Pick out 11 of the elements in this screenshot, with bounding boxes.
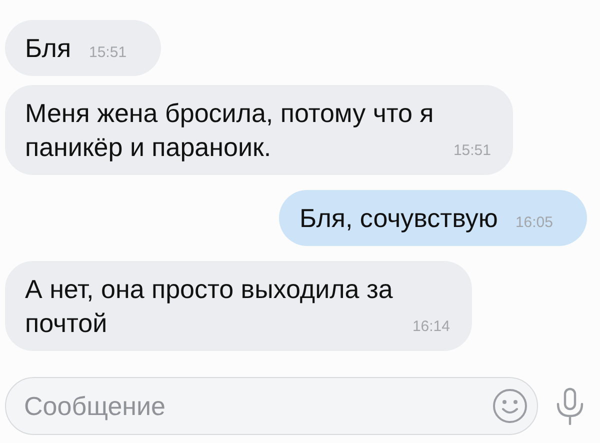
message-text: Бля bbox=[25, 32, 72, 65]
message-time: 15:51 bbox=[89, 43, 127, 63]
message-field[interactable]: Сообщение bbox=[5, 377, 538, 435]
message-time: 16:14 bbox=[412, 317, 450, 337]
microphone-icon[interactable] bbox=[554, 387, 586, 425]
message-time: 16:05 bbox=[515, 213, 553, 233]
emoji-icon[interactable] bbox=[492, 388, 528, 424]
message-text: Меня жена бросила, потому что я паникёр и параноик. bbox=[25, 97, 435, 164]
message-time: 15:51 bbox=[453, 141, 491, 161]
message-text: А нет, она просто выходила за почтой bbox=[25, 273, 394, 340]
message-text: Бля, сочувствую bbox=[299, 202, 499, 235]
